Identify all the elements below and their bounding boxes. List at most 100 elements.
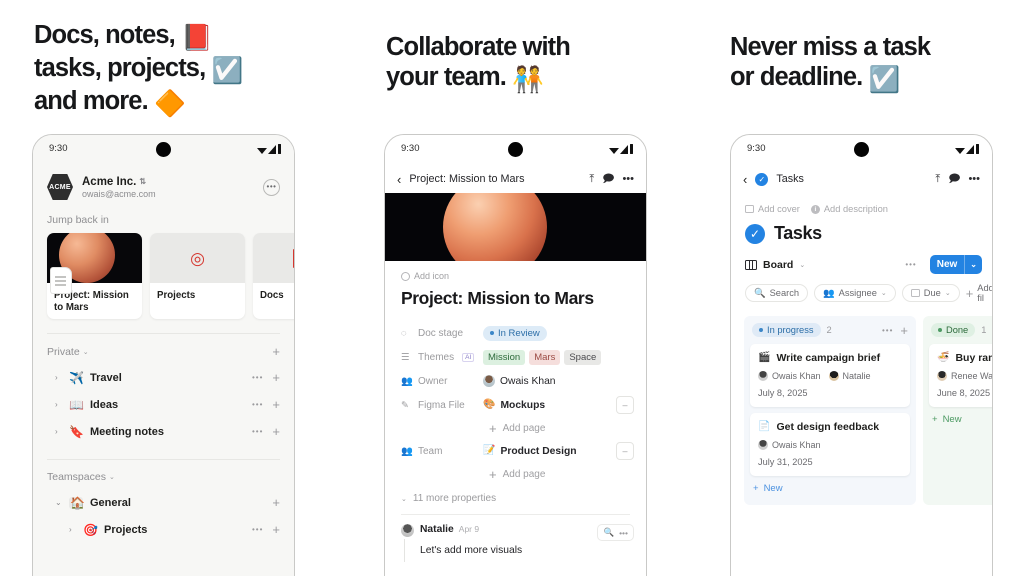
- view-more-button[interactable]: •••: [905, 260, 916, 269]
- share-icon[interactable]: ⤒: [589, 173, 594, 186]
- battery-icon: [629, 144, 633, 154]
- page-title[interactable]: Tasks: [774, 223, 822, 244]
- row-add-button[interactable]: +: [272, 523, 280, 536]
- filter-due[interactable]: Due ⌄: [901, 284, 960, 302]
- assignee: Renee Ward: [937, 371, 992, 381]
- chevron-left-icon[interactable]: ‹: [397, 172, 401, 187]
- tag-mission[interactable]: Mission: [483, 349, 526, 365]
- sidebar-item-projects[interactable]: › 🎯 Projects ••• +: [33, 516, 294, 543]
- remove-relation-button[interactable]: –: [616, 442, 634, 460]
- headline-line-1: Collaborate with: [386, 33, 571, 61]
- task-card[interactable]: 📄 Get design feedback Owais Khan July 31…: [750, 413, 910, 476]
- chevron-right-icon[interactable]: ›: [55, 400, 62, 409]
- signal-icon: [620, 144, 628, 154]
- add-page-row[interactable]: + Add page: [401, 417, 646, 439]
- blue-check-icon: ✓: [745, 223, 765, 244]
- comment-icon[interactable]: 🗩: [948, 170, 960, 189]
- more-options-button[interactable]: •••: [263, 178, 280, 196]
- info-icon: i: [810, 204, 820, 214]
- row-add-button[interactable]: +: [272, 398, 280, 411]
- add-card-button[interactable]: + New: [929, 413, 992, 426]
- status-badge[interactable]: In Review: [483, 325, 547, 341]
- chevron-left-icon[interactable]: ‹: [743, 172, 747, 187]
- tasks-topbar: ‹ ✓ Tasks ⤒ 🗩 •••: [731, 165, 992, 193]
- property-row-owner[interactable]: 👥 Owner Owais Khan: [401, 369, 646, 393]
- row-add-button[interactable]: +: [272, 425, 280, 438]
- add-cover-button[interactable]: Add cover: [745, 204, 800, 214]
- document-title[interactable]: Project: Mission to Mars: [385, 281, 646, 309]
- chevron-right-icon[interactable]: ›: [55, 373, 62, 382]
- sidebar-item-label: Travel: [90, 371, 122, 384]
- new-card-label: New: [942, 414, 962, 425]
- sidebar-item-meeting-notes[interactable]: › 🔖 Meeting notes ••• +: [33, 418, 294, 445]
- comment-more-button[interactable]: •••: [619, 528, 628, 538]
- workspace-switcher[interactable]: ACME Acme Inc. ⇅ owais@acme.com •••: [33, 165, 294, 204]
- share-icon[interactable]: ⤒: [935, 173, 940, 186]
- search-input[interactable]: 🔍 Search: [745, 284, 809, 302]
- battery-icon: [975, 144, 979, 154]
- row-more-button[interactable]: •••: [252, 373, 263, 382]
- task-card[interactable]: 🎬 Write campaign brief Owais Khan Natali…: [750, 344, 910, 407]
- sidebar-item-travel[interactable]: › ✈️ Travel ••• +: [33, 364, 294, 391]
- headline-line-1: Docs, notes,: [34, 21, 176, 49]
- task-due-date: July 31, 2025: [758, 457, 813, 467]
- chevron-right-icon[interactable]: ›: [55, 427, 62, 436]
- property-row-figma-file[interactable]: ✎ Figma File 🎨 Mockups –: [401, 393, 646, 417]
- search-icon[interactable]: 🔍: [603, 527, 614, 538]
- chevron-right-icon[interactable]: ›: [69, 525, 76, 534]
- owner-name: Owais Khan: [500, 375, 556, 387]
- section-header-teamspaces[interactable]: Teamspaces ⌄: [33, 460, 294, 489]
- linked-page-name[interactable]: Product Design: [500, 446, 576, 457]
- workspace-email: owais@acme.com: [82, 188, 156, 199]
- status-icons: [256, 144, 281, 154]
- ramen-emoji: 🍜: [937, 352, 950, 363]
- property-key: Doc stage: [418, 327, 464, 339]
- new-button[interactable]: New ⌄: [929, 255, 982, 274]
- comment-icon[interactable]: 🗩: [602, 170, 614, 189]
- column-status-badge[interactable]: In progress: [752, 323, 821, 337]
- more-properties-toggle[interactable]: ⌄ 11 more properties: [385, 485, 646, 504]
- more-options-button[interactable]: •••: [968, 173, 980, 185]
- status-label: In Review: [498, 327, 540, 339]
- status-dot-icon: [938, 328, 942, 332]
- row-more-button[interactable]: •••: [252, 427, 263, 436]
- sidebar-item-general[interactable]: ⌄ 🏠 General +: [33, 489, 294, 516]
- chevron-down-icon[interactable]: ⌄: [965, 260, 982, 269]
- add-card-button[interactable]: + New: [750, 482, 910, 495]
- add-page-row[interactable]: + Add page: [401, 463, 646, 485]
- view-name[interactable]: Board: [763, 259, 793, 271]
- sidebar-item-ideas[interactable]: › 📖 Ideas ••• +: [33, 391, 294, 418]
- add-page-label: Add page: [502, 422, 546, 434]
- row-add-button[interactable]: +: [272, 371, 280, 384]
- tag-space[interactable]: Space: [564, 349, 602, 365]
- remove-relation-button[interactable]: –: [616, 396, 634, 414]
- property-row-doc-stage[interactable]: ◌ Doc stage In Review: [401, 321, 646, 345]
- more-options-button[interactable]: •••: [622, 173, 634, 185]
- section-header-private[interactable]: Private ⌄ +: [33, 334, 294, 364]
- tag-mars[interactable]: Mars: [529, 349, 561, 365]
- row-add-button[interactable]: +: [272, 496, 280, 509]
- add-filter-button[interactable]: + Add fil: [966, 283, 992, 303]
- filter-row: 🔍 Search 👥 Assignee ⌄ Due ⌄ + Add fil: [731, 274, 992, 303]
- row-more-button[interactable]: •••: [252, 400, 263, 409]
- chevron-down-icon[interactable]: ⌄: [799, 261, 805, 269]
- comment-actions[interactable]: 🔍 •••: [597, 524, 634, 541]
- column-more-button[interactable]: •••: [882, 326, 893, 335]
- row-more-button[interactable]: •••: [252, 525, 263, 534]
- column-add-button[interactable]: +: [900, 324, 908, 337]
- add-page-button[interactable]: +: [272, 345, 280, 358]
- add-icon-button[interactable]: Add icon: [385, 261, 646, 281]
- linked-page-name[interactable]: Mockups: [500, 400, 545, 411]
- recent-card-docs[interactable]: Docs: [253, 233, 294, 319]
- column-status-badge[interactable]: Done: [931, 323, 976, 337]
- recent-card-mars[interactable]: Project: Mission to Mars: [47, 233, 142, 319]
- document-cover-image: [385, 193, 646, 261]
- add-description-button[interactable]: i Add description: [810, 204, 888, 214]
- filter-assignee[interactable]: 👥 Assignee ⌄: [814, 284, 896, 302]
- property-row-themes[interactable]: ☰ Themes AI Mission Mars Space: [401, 345, 646, 369]
- chevron-down-icon[interactable]: ⌄: [55, 498, 62, 507]
- task-card[interactable]: 🍜 Buy ramen Renee Ward June 8, 2025: [929, 344, 992, 407]
- property-row-team[interactable]: 👥 Team 📝 Product Design –: [401, 439, 646, 463]
- avatar: [937, 371, 947, 381]
- recent-card-projects[interactable]: ◎ Projects: [150, 233, 245, 319]
